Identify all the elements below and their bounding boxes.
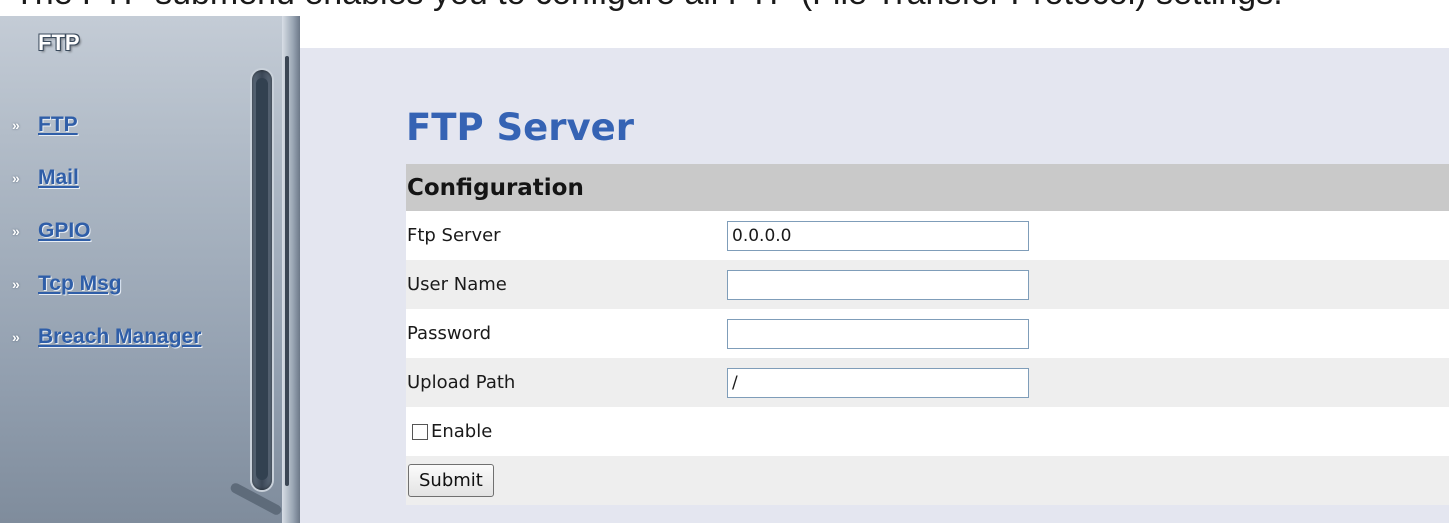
password-label: Password — [407, 323, 492, 344]
ftp-server-input[interactable] — [727, 220, 1029, 251]
scrollbar-thumb[interactable] — [256, 78, 268, 480]
section-title: Configuration — [407, 174, 584, 201]
double-chevron-right-icon: » — [12, 328, 20, 345]
page-title: FTP Server — [406, 106, 634, 149]
frame-edge — [282, 16, 300, 523]
sidebar-item-label[interactable]: Mail — [38, 166, 79, 190]
ftp-server-label: Ftp Server — [407, 225, 501, 246]
enable-label: Enable — [431, 421, 493, 442]
sidebar-title: FTP — [38, 30, 80, 55]
password-row: Password — [406, 309, 1449, 358]
sidebar-menu: » FTP » Mail » GPIO » Tcp Msg » Breach M… — [0, 98, 201, 363]
checkbox-icon[interactable] — [412, 423, 428, 440]
section-header: Configuration — [406, 164, 1449, 211]
sidebar-item-tcp-msg[interactable]: » Tcp Msg — [0, 257, 201, 310]
sidebar-item-gpio[interactable]: » GPIO — [0, 204, 201, 257]
sidebar-item-ftp[interactable]: » FTP — [0, 98, 201, 151]
ftp-config-form: Configuration Ftp Server User Name Passw… — [406, 164, 1449, 505]
sidebar-item-label[interactable]: FTP — [38, 113, 78, 137]
submit-button[interactable]: Submit — [408, 464, 494, 497]
enable-row: Enable — [406, 407, 1449, 456]
main-content: FTP Server Configuration Ftp Server User… — [300, 48, 1449, 523]
sidebar: FTP » FTP » Mail » GPIO » Tcp Msg » Brea… — [0, 16, 300, 523]
double-chevron-right-icon: » — [12, 222, 20, 239]
sidebar-item-label[interactable]: Breach Manager — [38, 325, 201, 349]
password-input[interactable] — [727, 318, 1029, 349]
sidebar-scrollbar[interactable] — [252, 70, 272, 490]
sidebar-item-mail[interactable]: » Mail — [0, 151, 201, 204]
double-chevron-right-icon: » — [12, 116, 20, 133]
double-chevron-right-icon: » — [12, 169, 20, 186]
user-name-input[interactable] — [727, 269, 1029, 300]
double-chevron-right-icon: » — [12, 275, 20, 292]
ftp-server-row: Ftp Server — [406, 211, 1449, 260]
upload-path-row: Upload Path — [406, 358, 1449, 407]
upload-path-input[interactable] — [727, 367, 1029, 398]
user-name-row: User Name — [406, 260, 1449, 309]
upload-path-label: Upload Path — [407, 372, 516, 393]
enable-checkbox[interactable]: Enable — [406, 421, 492, 442]
sidebar-item-label[interactable]: Tcp Msg — [38, 272, 122, 296]
sidebar-item-breach-manager[interactable]: » Breach Manager — [0, 310, 201, 363]
caption-text: The FTP submenu enables you to configure… — [14, 0, 1283, 13]
user-name-label: User Name — [407, 274, 507, 295]
submit-row: Submit — [406, 456, 1449, 505]
sidebar-item-label[interactable]: GPIO — [38, 219, 91, 243]
